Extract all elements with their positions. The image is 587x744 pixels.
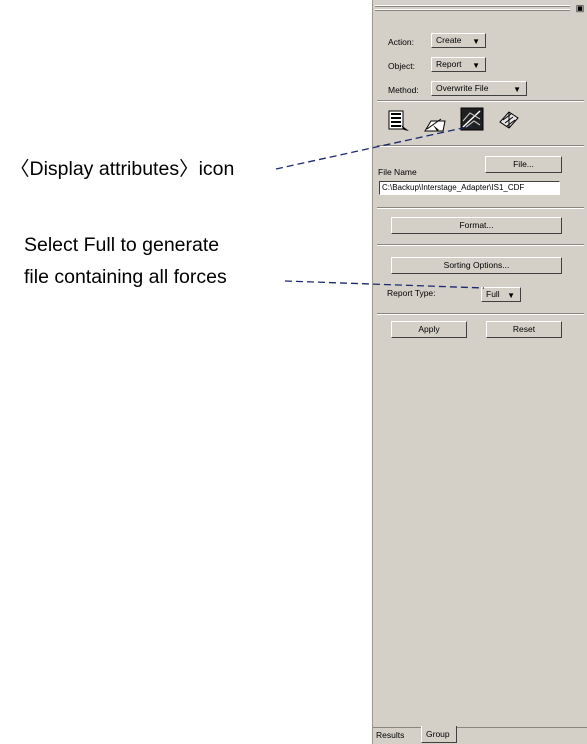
display-attributes-leader	[275, 125, 473, 170]
report-type-leader	[284, 280, 485, 289]
leader-lines	[275, 125, 485, 289]
